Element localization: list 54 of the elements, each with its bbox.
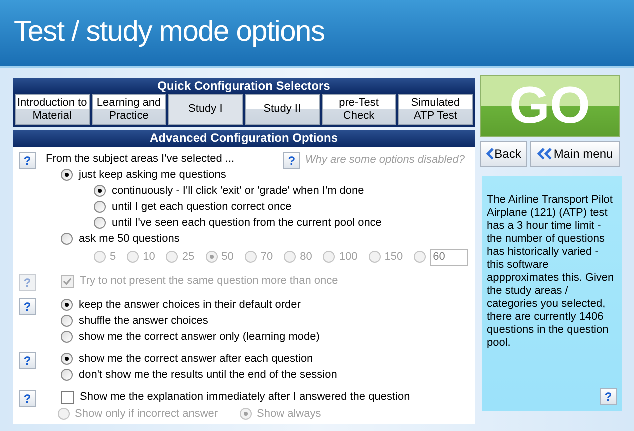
radio-button[interactable]: [94, 185, 106, 197]
section-heading: Quick Configuration Selectors: [13, 78, 475, 94]
help-button[interactable]: ?: [19, 298, 36, 315]
option-label: Show always: [257, 406, 322, 422]
option-label: just keep asking me questions: [79, 168, 226, 183]
double-chevron-left-icon: [536, 148, 553, 160]
option-label: keep the answer choices in their default order: [79, 298, 301, 313]
main-menu-button[interactable]: Main menu: [530, 141, 620, 167]
radio-button[interactable]: [61, 233, 73, 245]
window-title: Test / study mode options: [14, 15, 325, 50]
count-label: 50: [222, 250, 234, 265]
option-label: until I get each question correct once: [112, 200, 292, 215]
count-label: 10: [143, 250, 156, 265]
checkbox[interactable]: [61, 390, 74, 404]
mode-tab[interactable]: pre-Test Check: [322, 94, 396, 125]
info-text: The Airline Transport Pilot Airplane (121) (ATP) test has a 3 hour time limit - the number of questions has historically varied - this software appproximates this. Given the study areas / categories you selected, there are currently 1406 questions in the question pool.: [487, 194, 616, 350]
radio-button[interactable]: [94, 201, 106, 213]
help-button[interactable]: ?: [600, 388, 617, 405]
option-label: Show only if incorrect answer: [75, 406, 218, 422]
radio-button[interactable]: [94, 217, 106, 229]
option-label: show me the correct answer after each question: [79, 352, 314, 367]
count-label: 150: [384, 250, 404, 265]
count-label: 80: [300, 250, 312, 265]
help-button[interactable]: ?: [19, 152, 36, 169]
option-label: until I've seen each question from the current pool once: [112, 216, 382, 231]
count-label: 5: [110, 250, 116, 265]
option-label: continuously - I'll click 'exit' or 'grade' when I'm done: [112, 184, 364, 199]
option-label: don't show me the results until the end of the session: [79, 368, 338, 383]
radio-button[interactable]: [61, 169, 73, 181]
count-label: 100: [339, 250, 358, 265]
chevron-left-icon: [486, 148, 494, 160]
radio-button[interactable]: [61, 315, 73, 327]
section-heading: Advanced Configuration Options: [13, 130, 475, 147]
radio-button[interactable]: [61, 353, 73, 365]
option-label: ask me 50 questions: [79, 232, 180, 247]
radio-button[interactable]: [61, 299, 73, 311]
count-label: 70: [260, 250, 274, 265]
mode-tab[interactable]: Simulated ATP Test: [398, 94, 474, 125]
radio-button[interactable]: [61, 369, 73, 381]
mode-tab[interactable]: Introduction to Material: [15, 94, 90, 125]
mode-tab[interactable]: Study II: [245, 94, 320, 125]
option-label: show me the correct answer only (learning mode): [79, 330, 320, 345]
option-label: From the subject areas I've selected ...: [46, 152, 235, 167]
count-label: 25: [182, 250, 195, 265]
help-button[interactable]: ?: [283, 152, 300, 169]
option-label: shuffle the answer choices: [79, 314, 208, 329]
back-button[interactable]: Back: [480, 141, 527, 167]
option-label: Try to not present the same question more than once: [80, 274, 338, 289]
mode-tab[interactable]: Learning and Practice: [92, 94, 166, 125]
option-label: Show me the explanation immediately after I answered the question: [80, 390, 410, 405]
help-button[interactable]: ?: [19, 390, 36, 407]
mode-tab[interactable]: Study I: [168, 94, 244, 125]
help-button[interactable]: ?: [19, 352, 36, 369]
radio-button[interactable]: [61, 331, 73, 343]
